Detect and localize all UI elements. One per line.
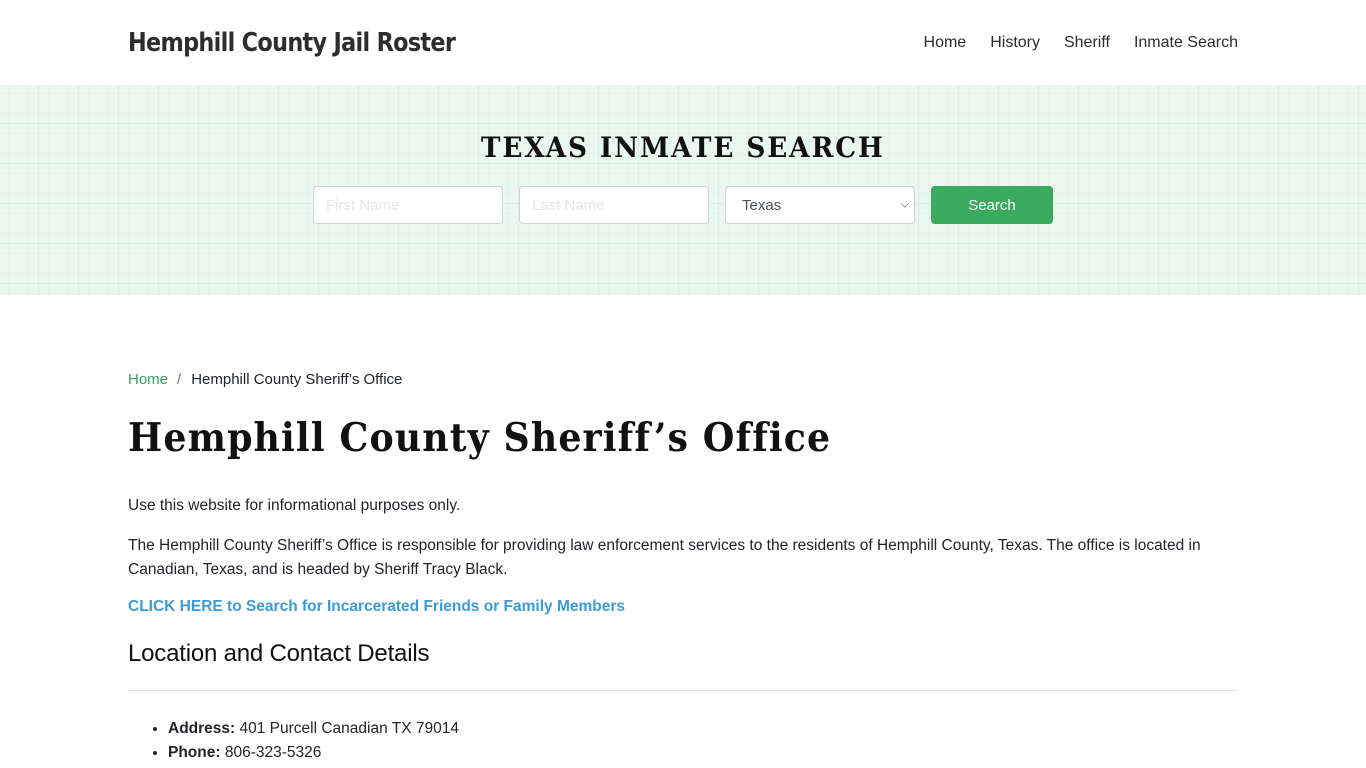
site-header: Hemphill County Jail Roster Home History…	[0, 0, 1366, 85]
nav-sheriff[interactable]: Sheriff	[1040, 34, 1110, 52]
inmate-search-banner: TEXAS INMATE SEARCH Texas ⌵ Search	[0, 85, 1366, 295]
detail-phone-value: 806-323-5326	[220, 744, 322, 761]
main-nav: Home History Sheriff Inmate Search	[900, 34, 1238, 52]
state-select-wrapper: Texas ⌵	[725, 186, 915, 224]
nav-inmate-search[interactable]: Inmate Search	[1110, 34, 1238, 52]
banner-title: TEXAS INMATE SEARCH	[481, 131, 885, 164]
section-divider	[128, 690, 1238, 691]
breadcrumb: Home / Hemphill County Sheriff’s Office	[128, 371, 1238, 388]
description-text: The Hemphill County Sheriff’s Office is …	[128, 537, 1201, 578]
inmate-search-form: Texas ⌵ Search	[0, 186, 1366, 224]
disclaimer-text: Use this website for informational purpo…	[128, 497, 461, 514]
breadcrumb-home[interactable]: Home	[128, 371, 168, 388]
nav-home[interactable]: Home	[900, 34, 967, 52]
main-content: Home / Hemphill County Sheriff’s Office …	[0, 295, 1366, 765]
detail-phone-label: Phone:	[168, 744, 221, 761]
first-name-input[interactable]	[313, 186, 503, 224]
last-name-input[interactable]	[519, 186, 709, 224]
page-title: Hemphill County Sheriff’s Office	[128, 415, 832, 461]
section-title-location: Location and Contact Details	[128, 640, 430, 667]
site-logo-link[interactable]: Hemphill County Jail Roster	[128, 28, 456, 58]
contact-details-list: Address: 401 Purcell Canadian TX 79014 P…	[128, 717, 1238, 765]
detail-address-value: 401 Purcell Canadian TX 79014	[235, 720, 459, 737]
breadcrumb-current: Hemphill County Sheriff’s Office	[191, 371, 403, 388]
search-incarcerated-link[interactable]: CLICK HERE to Search for Incarcerated Fr…	[128, 598, 625, 616]
detail-address-label: Address:	[168, 720, 236, 737]
breadcrumb-separator: /	[177, 371, 182, 388]
detail-address: Address: 401 Purcell Canadian TX 79014	[168, 717, 1238, 741]
state-select[interactable]: Texas	[725, 186, 915, 224]
nav-history[interactable]: History	[966, 34, 1040, 52]
search-button[interactable]: Search	[931, 186, 1053, 224]
detail-phone: Phone: 806-323-5326	[168, 741, 1238, 765]
